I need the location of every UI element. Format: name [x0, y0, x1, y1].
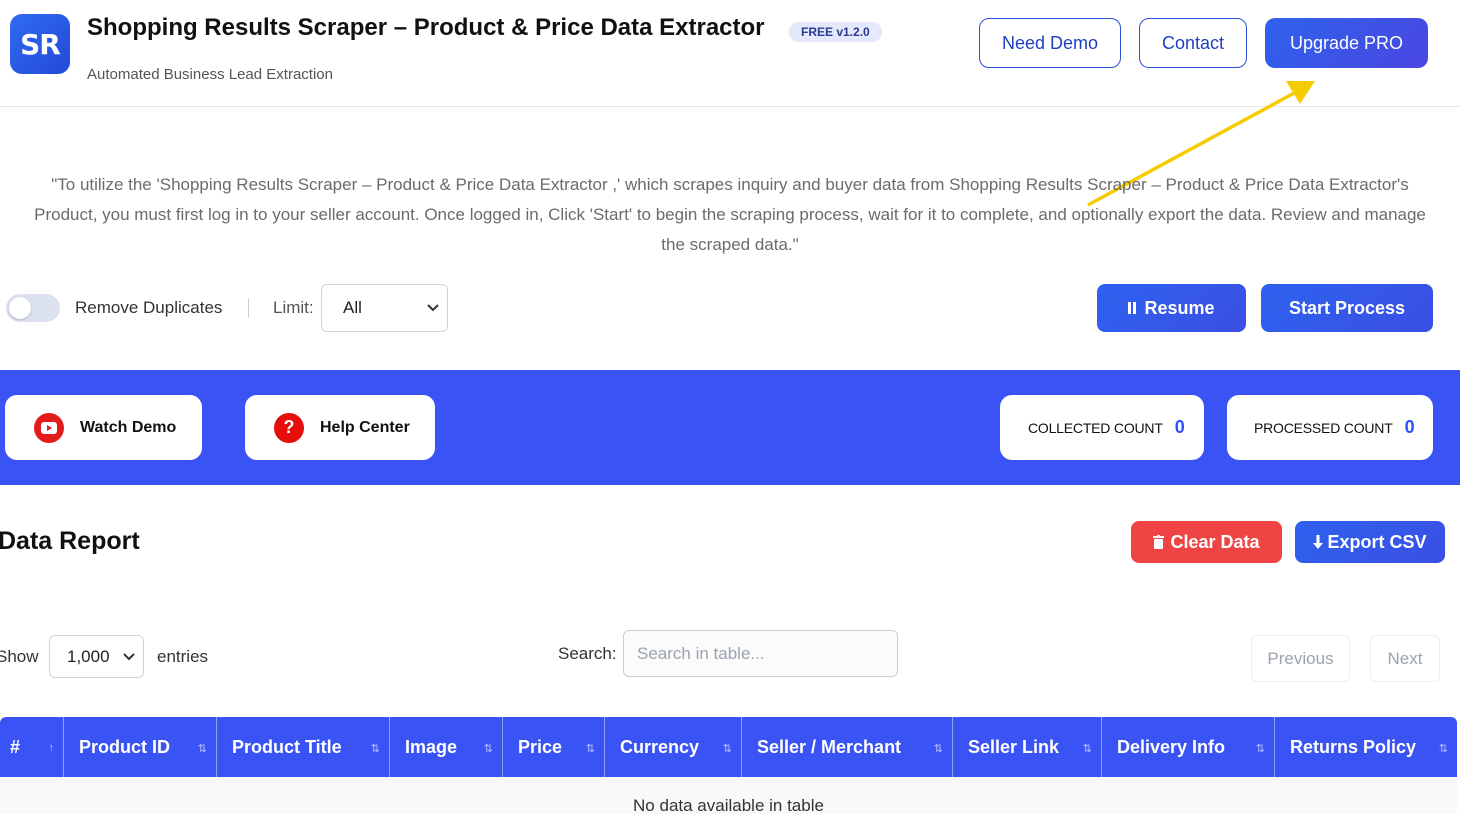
sort-icon: ⇅	[585, 743, 595, 755]
watch-demo-label: Watch Demo	[80, 418, 177, 436]
column-label: Currency	[620, 736, 700, 757]
processed-count-label: PROCESSED COUNT	[1254, 419, 1393, 436]
sort-icon: ⇅	[483, 743, 493, 755]
youtube-icon	[34, 412, 64, 443]
need-demo-button[interactable]: Need Demo	[979, 18, 1121, 68]
divider	[248, 298, 249, 318]
column-header-delivery-info[interactable]: Delivery Info ⇅	[1102, 717, 1275, 777]
entries-label: entries	[157, 647, 209, 666]
collected-count-label: COLLECTED COUNT	[1028, 419, 1163, 436]
sort-icon: ⇅	[370, 743, 380, 755]
limit-select-value: All	[343, 298, 362, 317]
help-center-label: Help Center	[320, 418, 410, 436]
column-label: Image	[405, 736, 458, 757]
export-csv-label: Export CSV	[1327, 531, 1427, 552]
limit-select[interactable]: All	[321, 284, 448, 332]
sort-icon: ⇅	[1082, 743, 1092, 755]
sort-icon: ⇅	[1438, 743, 1448, 755]
remove-duplicates-label: Remove Duplicates	[75, 298, 223, 317]
trash-icon	[1153, 535, 1165, 549]
column-header-currency[interactable]: Currency ⇅	[605, 717, 742, 777]
entries-select-value: 1,000	[67, 646, 110, 666]
export-csv-button[interactable]: Export CSV	[1295, 521, 1445, 563]
chevron-down-icon	[427, 301, 439, 315]
column-header-index[interactable]: # ↑	[0, 717, 64, 777]
question-icon: ?	[274, 412, 304, 443]
upgrade-pro-button[interactable]: Upgrade PRO	[1265, 18, 1428, 68]
collected-count-value: 0	[1174, 417, 1185, 437]
help-center-button[interactable]: ? Help Center	[245, 395, 435, 460]
previous-page-button[interactable]: Previous	[1251, 635, 1350, 682]
app-logo: SR	[10, 14, 70, 74]
column-header-seller-link[interactable]: Seller Link ⇅	[953, 717, 1102, 777]
collected-count-card: COLLECTED COUNT 0	[1000, 395, 1204, 460]
chevron-down-icon	[123, 650, 135, 664]
resume-button[interactable]: Resume	[1097, 284, 1246, 332]
pause-icon	[1128, 302, 1137, 314]
limit-label: Limit:	[273, 298, 314, 317]
column-label: Seller Link	[968, 736, 1060, 757]
column-label: Seller / Merchant	[757, 736, 902, 757]
version-badge: FREE v1.2.0	[789, 22, 882, 42]
column-label: Returns Policy	[1290, 736, 1417, 757]
start-process-button[interactable]: Start Process	[1261, 284, 1433, 332]
clear-data-label: Clear Data	[1170, 531, 1260, 552]
search-label: Search:	[558, 644, 617, 663]
sort-icon: ↑	[48, 742, 55, 754]
processed-count-value: 0	[1404, 417, 1415, 437]
app-header: SR Shopping Results Scraper – Product & …	[0, 0, 1460, 107]
instructions-text: "To utilize the 'Shopping Results Scrape…	[34, 175, 1426, 254]
download-icon	[1313, 534, 1324, 550]
sort-icon: ⇅	[1255, 743, 1265, 755]
column-label: Price	[518, 736, 563, 757]
table-header: # ↑ Product ID ⇅ Product Title ⇅ Image ⇅ Pri…	[0, 717, 1457, 777]
sort-icon: ⇅	[722, 743, 732, 755]
remove-duplicates-toggle[interactable]	[6, 294, 60, 322]
column-header-returns-policy[interactable]: Returns Policy ⇅	[1275, 717, 1457, 777]
column-label: #	[10, 736, 21, 757]
column-label: Product Title	[232, 736, 342, 757]
app-subtitle: Automated Business Lead Extraction	[87, 66, 333, 83]
sort-icon: ⇅	[197, 743, 207, 755]
processed-count-card: PROCESSED COUNT 0	[1227, 395, 1433, 460]
entries-per-page-select[interactable]: 1,000	[49, 635, 144, 678]
next-page-button[interactable]: Next	[1370, 635, 1440, 682]
column-label: Delivery Info	[1117, 736, 1226, 757]
empty-table-message: No data available in table	[633, 796, 824, 815]
column-header-seller-merchant[interactable]: Seller / Merchant ⇅	[742, 717, 953, 777]
column-header-image[interactable]: Image ⇅	[390, 717, 503, 777]
show-label: Show	[0, 647, 39, 666]
column-header-product-id[interactable]: Product ID ⇅	[64, 717, 217, 777]
table-search-input[interactable]	[623, 630, 898, 677]
clear-data-button[interactable]: Clear Data	[1131, 521, 1282, 563]
column-label: Product ID	[79, 736, 171, 757]
data-report-title: Data Report	[0, 527, 140, 555]
column-header-product-title[interactable]: Product Title ⇅	[217, 717, 390, 777]
resume-label: Resume	[1144, 297, 1215, 318]
watch-demo-button[interactable]: Watch Demo	[5, 395, 202, 460]
column-header-price[interactable]: Price ⇅	[503, 717, 605, 777]
contact-button[interactable]: Contact	[1139, 18, 1247, 68]
toggle-knob	[9, 297, 31, 319]
sort-icon: ⇅	[933, 743, 943, 755]
app-title: Shopping Results Scraper – Product & Pri…	[87, 14, 765, 41]
